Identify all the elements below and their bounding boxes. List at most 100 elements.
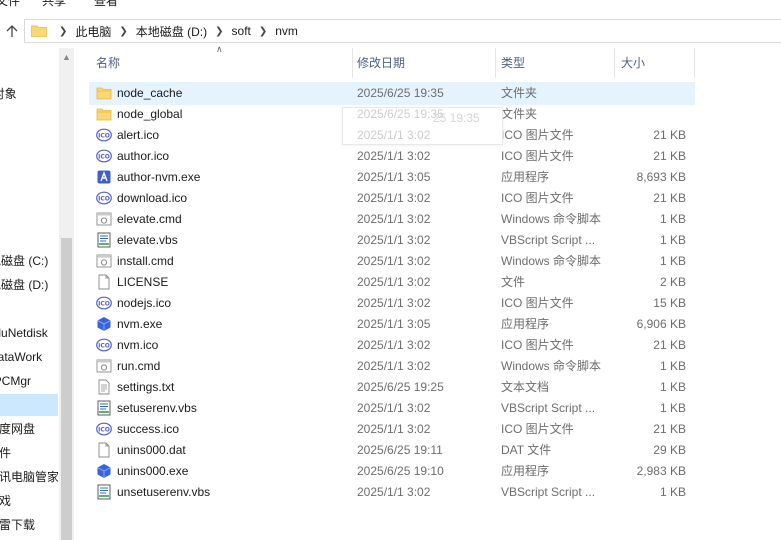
- file-name: author-nvm.exe: [117, 170, 201, 184]
- column-divider[interactable]: [694, 48, 695, 78]
- file-size: 1 KB: [659, 359, 686, 373]
- file-type: 文件: [501, 275, 526, 289]
- file-name: install.cmd: [117, 254, 174, 268]
- nav-item-drive-c[interactable]: 本地磁盘 (C:): [0, 250, 58, 272]
- folder-icon: [31, 25, 47, 37]
- file-date: 2025/1/1 3:02: [357, 149, 431, 163]
- file-date: 2025/1/1 3:02: [357, 296, 431, 310]
- file-type: ICO 图片文件: [501, 338, 574, 352]
- file-size: 1 KB: [659, 233, 686, 247]
- file-row[interactable]: nvm.exe 2025/1/1 3:05 应用程序 6,906 KB: [90, 314, 694, 335]
- ico-file-icon: ICO: [96, 148, 112, 164]
- file-name: LICENSE: [117, 275, 169, 289]
- ico-file-icon: ICO: [96, 190, 112, 206]
- file-type: Windows 命令脚本: [501, 254, 602, 268]
- chevron-right-icon[interactable]: ❯: [119, 26, 127, 37]
- column-header-size[interactable]: 大小: [615, 48, 695, 78]
- chevron-right-icon[interactable]: ❯: [215, 26, 223, 37]
- file-row[interactable]: ICO author.ico 2025/1/1 3:02 ICO 图片文件 21 KB: [90, 146, 694, 167]
- file-row[interactable]: ICO download.ico 2025/1/1 3:02 ICO 图片文件 21 K…: [90, 188, 694, 209]
- folder-icon: [96, 106, 112, 122]
- chevron-right-icon[interactable]: ❯: [59, 26, 67, 37]
- file-size: 29 KB: [653, 443, 686, 457]
- file-type: VBScript Script ...: [501, 233, 596, 247]
- vbs-file-icon: [96, 484, 112, 500]
- file-date: 2025/1/1 3:05: [357, 317, 431, 331]
- file-name: unins000.exe: [117, 464, 189, 478]
- file-name: run.cmd: [117, 359, 161, 373]
- file-row[interactable]: author-nvm.exe 2025/1/1 3:05 应用程序 8,693 KB: [90, 167, 694, 188]
- text-file-icon: [96, 379, 112, 395]
- file-name: elevate.cmd: [117, 212, 182, 226]
- nav-item-3d-objects[interactable]: 3D 对象: [0, 83, 58, 105]
- file-name: unsetuserenv.vbs: [117, 485, 211, 499]
- file-name: download.ico: [117, 191, 188, 205]
- file-type: VBScript Script ...: [501, 401, 596, 415]
- up-button[interactable]: [2, 21, 22, 41]
- nav-item-lpcmgr[interactable]: LPCMgr: [0, 370, 58, 392]
- file-row[interactable]: ICO nvm.ico 2025/1/1 3:02 ICO 图片文件 21 KB: [90, 335, 694, 356]
- file-size: 15 KB: [653, 296, 686, 310]
- nav-item-drive-d[interactable]: 本地磁盘 (D:): [0, 274, 58, 296]
- file-row[interactable]: ICO success.ico 2025/1/1 3:02 ICO 图片文件 21 KB: [90, 419, 694, 440]
- cmd-file-icon: [96, 211, 112, 227]
- breadcrumb-drive-d[interactable]: 本地磁盘 (D:): [136, 23, 207, 40]
- file-size: 1 KB: [659, 485, 686, 499]
- file-row[interactable]: run.cmd 2025/1/1 3:02 Windows 命令脚本 1 KB: [90, 356, 694, 377]
- ribbon-tab-share[interactable]: 共享: [42, 0, 66, 9]
- file-row[interactable]: setuserenv.vbs 2025/1/1 3:02 VBScript Scri…: [90, 398, 694, 419]
- address-bar[interactable]: ❯ 此电脑 ❯ 本地磁盘 (D:) ❯ soft ❯ nvm: [24, 19, 781, 43]
- file-row[interactable]: elevate.cmd 2025/1/1 3:02 Windows 命令脚本 1 KB: [90, 209, 694, 230]
- ico-file-icon: ICO: [96, 127, 112, 143]
- ico-file-icon: ICO: [96, 421, 112, 437]
- arrow-up-icon: [6, 25, 18, 37]
- nvm-exe-icon: [96, 463, 112, 479]
- breadcrumb-soft[interactable]: soft: [232, 24, 251, 38]
- nav-item-games[interactable]: 游戏: [0, 490, 58, 512]
- file-row[interactable]: LICENSE 2025/1/1 3:02 文件 2 KB: [90, 272, 694, 293]
- nav-item-thunder-downloads[interactable]: 迅雷下载: [0, 514, 58, 536]
- ico-file-icon: ICO: [96, 295, 112, 311]
- file-date: 2025/1/1 3:02: [357, 359, 431, 373]
- file-row[interactable]: settings.txt 2025/6/25 19:25 文本文档 1 KB: [90, 377, 694, 398]
- ribbon-tab-file[interactable]: 文件: [0, 0, 20, 9]
- file-size: 21 KB: [653, 149, 686, 163]
- nav-item-app[interactable]: app: [0, 298, 58, 320]
- file-row[interactable]: elevate.vbs 2025/1/1 3:02 VBScript Script …: [90, 230, 694, 251]
- nav-item-baidunetdisk[interactable]: BaiduNetdisk: [0, 322, 58, 344]
- column-header-date[interactable]: 修改日期: [351, 48, 495, 78]
- svg-text:ICO: ICO: [98, 300, 110, 307]
- nav-scrollbar-thumb[interactable]: [61, 238, 72, 540]
- nav-item-tencent-manager[interactable]: 腾讯电脑管家下: [0, 466, 58, 488]
- ribbon-tab-view[interactable]: 查看: [94, 0, 118, 9]
- file-row[interactable]: ICO nodejs.ico 2025/1/1 3:02 ICO 图片文件 15 KB: [90, 293, 694, 314]
- chevron-up-icon[interactable]: ▲: [62, 52, 71, 62]
- svg-text:ICO: ICO: [98, 153, 110, 160]
- chevron-right-icon[interactable]: ❯: [259, 26, 267, 37]
- breadcrumb-nvm[interactable]: nvm: [275, 24, 298, 38]
- file-name: nvm.exe: [117, 317, 163, 331]
- nav-item-soft[interactable]: soft: [0, 394, 58, 416]
- file-date: 2025/1/1 3:02: [357, 275, 431, 289]
- file-row[interactable]: node_cache 2025/6/25 19:35 文件夹: [89, 82, 695, 105]
- file-size: 6,906 KB: [636, 317, 686, 331]
- file-row[interactable]: install.cmd 2025/1/1 3:02 Windows 命令脚本 1 KB: [90, 251, 694, 272]
- nav-item-baidu-wangpan[interactable]: 百度网盘: [0, 418, 58, 440]
- column-header-type[interactable]: 类型: [495, 48, 614, 78]
- file-row[interactable]: unins000.exe 2025/6/25 19:10 应用程序 2,983 KB: [90, 461, 694, 482]
- column-header-name[interactable]: 名称: [90, 48, 352, 78]
- nav-item-software[interactable]: 软件: [0, 442, 58, 464]
- file-row[interactable]: unsetuserenv.vbs 2025/1/1 3:02 VBScript Sc…: [90, 482, 694, 503]
- file-size: 21 KB: [653, 191, 686, 205]
- file-date: 2025/1/1 3:02: [357, 485, 431, 499]
- file-name: success.ico: [117, 422, 180, 436]
- file-name: settings.txt: [117, 380, 175, 394]
- file-row[interactable]: unins000.dat 2025/6/25 19:11 DAT 文件 29 KB: [90, 440, 694, 461]
- nav-scrollbar[interactable]: ▲: [59, 48, 74, 540]
- breadcrumb-this-pc[interactable]: 此电脑: [75, 23, 111, 40]
- nav-item-datawork[interactable]: DataWork: [0, 346, 58, 368]
- file-name: unins000.dat: [117, 443, 186, 457]
- file-name: alert.ico: [117, 128, 160, 142]
- file-date: 2025/6/25 19:10: [357, 464, 444, 478]
- file-type: 文本文档: [501, 380, 550, 394]
